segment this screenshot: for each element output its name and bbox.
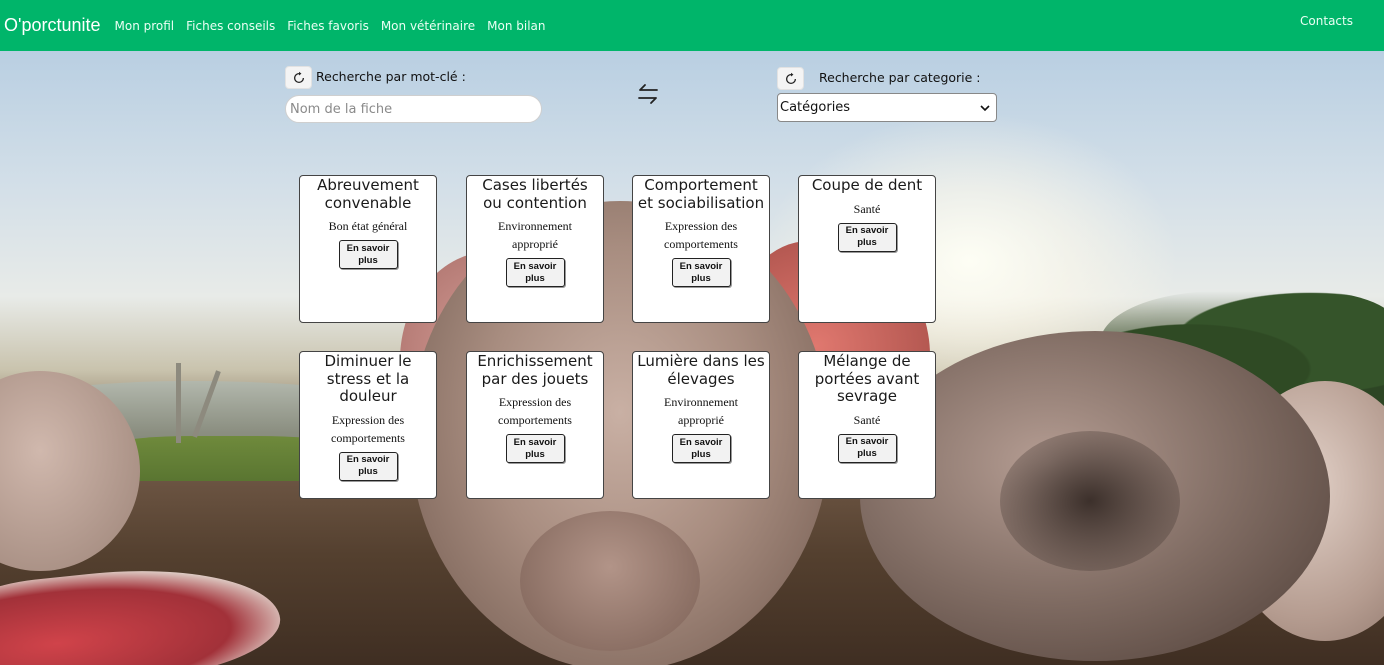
card-category: Expression des comportements [498,395,572,427]
card-title: Mélange de portées avant sevrage [814,352,920,405]
keyword-search-label: Recherche par mot-clé : [316,69,466,84]
nav-mon-bilan[interactable]: Mon bilan [487,19,545,33]
en-savoir-plus-button[interactable]: En savoir plus [837,433,897,463]
card-title: Diminuer le stress et la douleur [324,352,412,405]
navbar: O'porctunite Mon profil Fiches conseils … [0,0,1384,51]
card-category: Environnement approprié [664,395,738,427]
en-savoir-plus-button[interactable]: En savoir plus [505,434,565,463]
nav-fiches-conseils[interactable]: Fiches conseils [186,19,275,33]
refresh-icon [293,71,304,83]
card-title: Abreuvement convenable [317,176,419,212]
reset-keyword-button[interactable] [285,66,312,89]
nav-mon-veterinaire[interactable]: Mon vétérinaire [381,19,475,33]
card-category: Bon état général [328,219,408,233]
en-savoir-plus-button[interactable]: En savoir plus [671,434,731,463]
card-category: Santé [853,201,881,216]
category-select-value: Catégories [780,100,851,115]
card-diminuer-stress: Diminuer le stress et la douleur Express… [299,351,437,499]
card-title: Coupe de dent [811,176,923,194]
card-cases-libertes: Cases libertés ou contention Environneme… [466,175,604,323]
card-comportement: Comportement et sociabilisation Expressi… [632,175,770,323]
keyword-search-input[interactable] [285,95,542,123]
card-title: Enrichissement par des jouets [477,352,593,388]
en-savoir-plus-button[interactable]: En savoir plus [505,258,565,287]
card-melange-portees: Mélange de portées avant sevrage Santé E… [798,351,936,499]
nav-contacts[interactable]: Contacts [1300,14,1353,28]
card-title: Comportement et sociabilisation [637,176,765,212]
en-savoir-plus-button[interactable]: En savoir plus [671,258,731,287]
card-title: Lumière dans les élevages [637,352,765,388]
nav-mon-profil[interactable]: Mon profil [115,19,175,33]
en-savoir-plus-button[interactable]: En savoir plus [338,451,398,481]
category-search-label: Recherche par categorie : [819,70,981,85]
card-category: Environnement approprié [498,219,572,251]
chevron-down-icon [980,104,990,111]
refresh-icon [785,72,796,84]
card-coupe-de-dent: Coupe de dent Santé En savoir plus [798,175,936,323]
nav-fiches-favoris[interactable]: Fiches favoris [287,19,369,33]
en-savoir-plus-button[interactable]: En savoir plus [338,240,398,269]
en-savoir-plus-button[interactable]: En savoir plus [837,222,897,252]
card-enrichissement: Enrichissement par des jouets Expression… [466,351,604,499]
card-category: Expression des comportements [331,412,405,445]
card-lumiere: Lumière dans les élevages Environnement … [632,351,770,499]
reset-category-button[interactable] [777,67,804,90]
category-select[interactable]: Catégories [777,93,997,122]
swap-arrows-icon[interactable] [635,82,661,106]
card-abreuvement: Abreuvement convenable Bon état général … [299,175,437,323]
card-category: Expression des comportements [664,219,738,251]
card-category: Santé [853,412,881,427]
brand-logo[interactable]: O'porctunite [4,15,101,36]
card-title: Cases libertés ou contention [482,176,588,212]
